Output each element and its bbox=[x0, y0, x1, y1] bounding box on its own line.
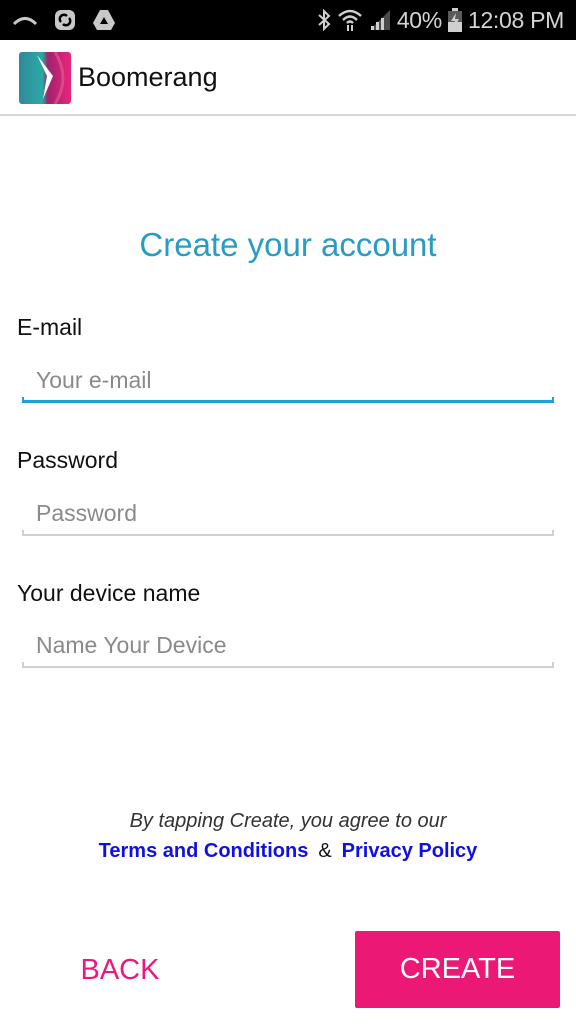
password-label: Password bbox=[17, 447, 118, 473]
email-label: E-mail bbox=[17, 314, 83, 340]
bluetooth-icon bbox=[317, 9, 331, 31]
terms-and-conditions-link[interactable]: Terms and Conditions bbox=[99, 840, 309, 862]
terms-notice: By tapping Create, you agree to our bbox=[129, 810, 447, 832]
email-field[interactable] bbox=[22, 358, 554, 402]
notification-arc-icon bbox=[12, 13, 38, 27]
battery-percent: 40% bbox=[396, 6, 442, 33]
app-title: Boomerang bbox=[78, 62, 218, 92]
status-bar: 40% 12:08 PM bbox=[0, 0, 576, 40]
password-field[interactable] bbox=[22, 491, 554, 535]
battery-charging-icon bbox=[447, 8, 462, 32]
device-name-field[interactable] bbox=[22, 623, 554, 667]
clock: 12:08 PM bbox=[467, 6, 564, 33]
create-button[interactable]: CREATE bbox=[355, 931, 560, 1008]
sync-app-icon bbox=[54, 9, 76, 31]
boomerang-logo-icon bbox=[19, 52, 71, 104]
device-name-field-underline bbox=[22, 662, 554, 668]
password-field-underline bbox=[22, 530, 554, 536]
status-bar-notifications bbox=[12, 0, 116, 40]
device-name-label: Your device name bbox=[17, 580, 201, 606]
app-bar: Boomerang bbox=[0, 40, 576, 116]
terms-links: Terms and Conditions & Privacy Policy bbox=[0, 840, 576, 863]
page-title: Create your account bbox=[139, 226, 437, 263]
wifi-icon bbox=[337, 8, 363, 32]
privacy-policy-link[interactable]: Privacy Policy bbox=[342, 840, 478, 862]
drive-icon bbox=[92, 9, 116, 31]
signal-icon bbox=[369, 9, 391, 31]
terms-separator: & bbox=[318, 840, 332, 862]
email-field-underline bbox=[22, 397, 554, 403]
status-bar-system: 40% 12:08 PM bbox=[317, 0, 564, 40]
back-button[interactable]: BACK bbox=[40, 932, 200, 1008]
